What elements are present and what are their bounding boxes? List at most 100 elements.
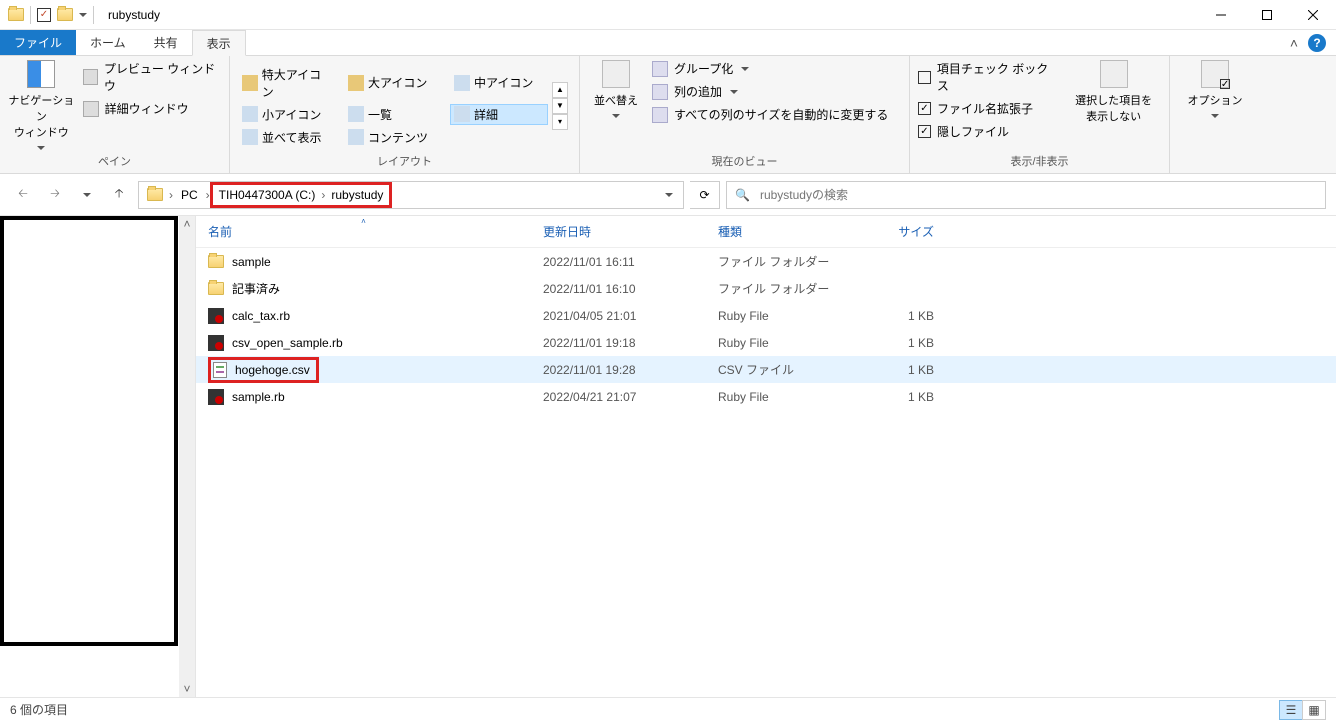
- file-extensions-toggle[interactable]: ファイル名拡張子: [918, 100, 1058, 117]
- autosize-columns-button[interactable]: すべての列のサイズを自動的に変更する: [652, 106, 888, 123]
- window-title: rubystudy: [102, 8, 160, 22]
- breadcrumb-drive[interactable]: TIH0447300A (C:): [213, 185, 322, 205]
- file-size: 1 KB: [856, 363, 946, 377]
- layout-scroll-down[interactable]: ▼: [552, 98, 568, 114]
- options-button[interactable]: オプション: [1180, 60, 1250, 118]
- qat-open-icon[interactable]: [57, 8, 73, 21]
- col-type[interactable]: 種類: [706, 223, 856, 240]
- collapse-ribbon-icon[interactable]: ˄: [1290, 35, 1298, 51]
- file-type: ファイル フォルダー: [706, 253, 856, 270]
- file-name: hogehoge.csv: [235, 363, 310, 377]
- tab-view[interactable]: 表示: [192, 30, 246, 56]
- view-toggle: ☰ ▦: [1280, 700, 1326, 720]
- layout-scroll-up[interactable]: ▲: [552, 82, 568, 98]
- group-showhide-label: 表示/非表示: [918, 151, 1161, 173]
- up-button[interactable]: 🡡: [106, 182, 132, 208]
- col-date[interactable]: 更新日時: [531, 223, 706, 240]
- folder-icon: [208, 255, 224, 268]
- back-button[interactable]: 🡠: [10, 182, 36, 208]
- forward-button[interactable]: 🡢: [42, 182, 68, 208]
- scroll-up-icon[interactable]: ˄: [179, 216, 195, 232]
- group-by-button[interactable]: グループ化: [652, 60, 888, 77]
- file-date: 2022/04/21 21:07: [531, 390, 706, 404]
- status-bar: 6 個の項目 ☰ ▦: [0, 697, 1336, 721]
- ruby-file-icon: [208, 389, 224, 405]
- folder-icon: [208, 282, 224, 295]
- address-dropdown-button[interactable]: [659, 182, 679, 208]
- qat-properties-icon[interactable]: ✓: [37, 8, 51, 22]
- file-type: Ruby File: [706, 309, 856, 323]
- thumbnails-view-button[interactable]: ▦: [1302, 700, 1326, 720]
- layout-small[interactable]: 小アイコン: [238, 104, 336, 125]
- file-date: 2022/11/01 19:18: [531, 336, 706, 350]
- content-area: ˄ ˅ ˄名前 更新日時 種類 サイズ sample2022/11/01 16:…: [0, 216, 1336, 697]
- address-folder-icon: [147, 188, 163, 201]
- file-row[interactable]: sample2022/11/01 16:11ファイル フォルダー: [196, 248, 1336, 275]
- help-icon[interactable]: ?: [1308, 34, 1326, 52]
- layout-more[interactable]: ▾: [552, 114, 568, 130]
- file-name: csv_open_sample.rb: [232, 336, 343, 350]
- details-pane-button[interactable]: 詳細ウィンドウ: [83, 100, 221, 117]
- file-date: 2022/11/01 16:10: [531, 282, 706, 296]
- file-size: 1 KB: [856, 309, 946, 323]
- file-date: 2022/11/01 16:11: [531, 255, 706, 269]
- file-size: 1 KB: [856, 390, 946, 404]
- hide-selected-button[interactable]: 選択した項目を 表示しない: [1066, 60, 1161, 124]
- layout-medium[interactable]: 中アイコン: [450, 64, 548, 102]
- search-input[interactable]: [758, 187, 1317, 203]
- maximize-button[interactable]: [1244, 0, 1290, 30]
- file-row[interactable]: 記事済み 2022/11/01 16:10ファイル フォルダー: [196, 275, 1336, 302]
- scroll-down-icon[interactable]: ˅: [179, 681, 195, 697]
- group-currentview-label: 現在のビュー: [588, 151, 901, 173]
- minimize-button[interactable]: [1198, 0, 1244, 30]
- file-name: 記事済み: [232, 280, 280, 297]
- tab-share[interactable]: 共有: [140, 30, 192, 55]
- navigation-bar: 🡠 🡢 🡡 › PC › TIH0447300A (C:) › rubystud…: [0, 174, 1336, 216]
- app-icon: [8, 8, 24, 21]
- search-box[interactable]: 🔍: [726, 181, 1326, 209]
- navigation-sidebar[interactable]: ˄ ˅: [0, 216, 196, 697]
- item-checkboxes-toggle[interactable]: 項目チェック ボックス: [918, 60, 1058, 94]
- navigation-pane-button[interactable]: ナビゲーション ウィンドウ: [8, 60, 75, 150]
- ribbon-tabs: ファイル ホーム 共有 表示 ˄ ?: [0, 30, 1336, 56]
- layout-list[interactable]: 一覧: [344, 104, 442, 125]
- title-bar: ✓ rubystudy: [0, 0, 1336, 30]
- breadcrumb-highlight: TIH0447300A (C:) › rubystudy: [210, 182, 393, 208]
- qat-customize-icon[interactable]: [79, 13, 87, 17]
- recent-locations-button[interactable]: [74, 182, 100, 208]
- file-type: ファイル フォルダー: [706, 280, 856, 297]
- search-icon: 🔍: [735, 188, 750, 202]
- ruby-file-icon: [208, 308, 224, 324]
- sidebar-scrollbar[interactable]: ˄ ˅: [179, 216, 195, 697]
- refresh-button[interactable]: ⟳: [690, 181, 720, 209]
- col-size[interactable]: サイズ: [856, 223, 946, 240]
- file-list: ˄名前 更新日時 種類 サイズ sample2022/11/01 16:11ファ…: [196, 216, 1336, 697]
- csv-file-icon: [213, 362, 227, 378]
- preview-pane-button[interactable]: プレビュー ウィンドウ: [83, 60, 221, 94]
- sort-button[interactable]: 並べ替え: [588, 60, 644, 118]
- file-row[interactable]: calc_tax.rb2021/04/05 21:01Ruby File1 KB: [196, 302, 1336, 329]
- ruby-file-icon: [208, 335, 224, 351]
- file-row[interactable]: sample.rb2022/04/21 21:07Ruby File1 KB: [196, 383, 1336, 410]
- layout-content[interactable]: コンテンツ: [344, 127, 442, 148]
- group-layout-label: レイアウト: [238, 151, 571, 173]
- file-row[interactable]: csv_open_sample.rb 2022/11/01 19:18Ruby F…: [196, 329, 1336, 356]
- layout-details[interactable]: 詳細: [450, 104, 548, 125]
- layout-extra-large[interactable]: 特大アイコン: [238, 64, 336, 102]
- add-columns-button[interactable]: 列の追加: [652, 83, 888, 100]
- breadcrumb-folder[interactable]: rubystudy: [325, 185, 389, 205]
- details-view-button[interactable]: ☰: [1279, 700, 1303, 720]
- file-type: Ruby File: [706, 390, 856, 404]
- group-pane-label: ペイン: [8, 151, 221, 173]
- col-name[interactable]: ˄名前: [196, 223, 531, 240]
- breadcrumb-pc[interactable]: PC: [175, 182, 204, 208]
- address-bar[interactable]: › PC › TIH0447300A (C:) › rubystudy: [138, 181, 684, 209]
- tab-home[interactable]: ホーム: [76, 30, 140, 55]
- tab-file[interactable]: ファイル: [0, 30, 76, 55]
- close-button[interactable]: [1290, 0, 1336, 30]
- layout-large[interactable]: 大アイコン: [344, 64, 442, 102]
- file-row[interactable]: hogehoge.csv2022/11/01 19:28CSV ファイル1 KB: [196, 356, 1336, 383]
- layout-tiles[interactable]: 並べて表示: [238, 127, 336, 148]
- file-type: Ruby File: [706, 336, 856, 350]
- hidden-files-toggle[interactable]: 隠しファイル: [918, 123, 1058, 140]
